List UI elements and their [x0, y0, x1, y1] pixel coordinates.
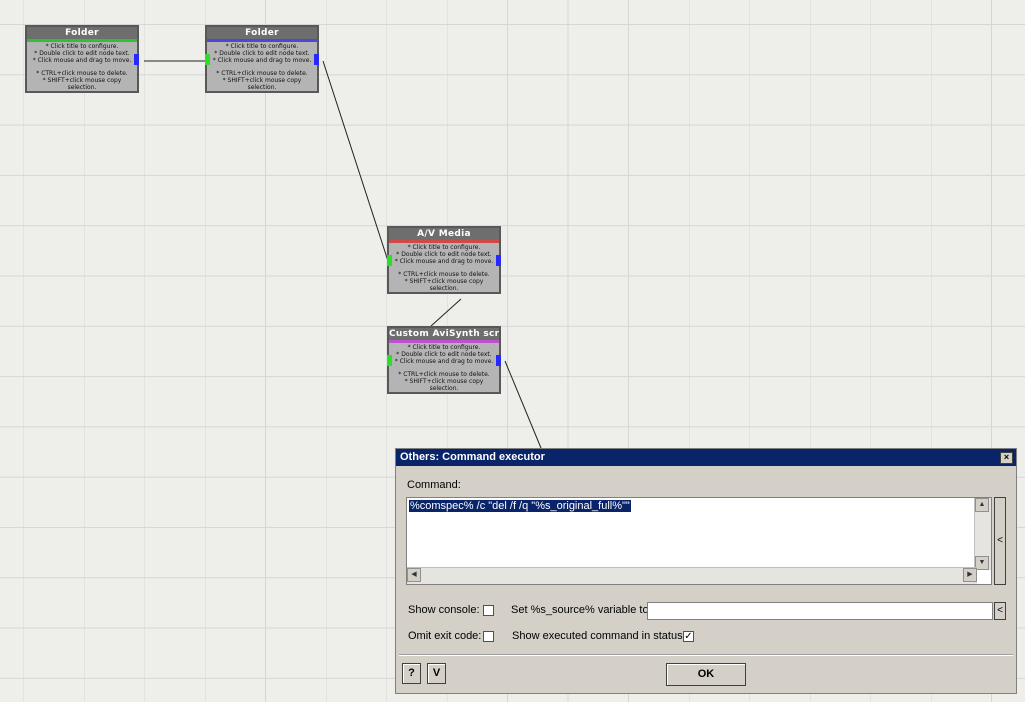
help-line: selection.	[247, 84, 277, 91]
help-line: selection.	[429, 285, 459, 292]
node-title[interactable]: Custom AviSynth script	[389, 328, 499, 340]
help-line: * SHIFT+click mouse copy	[404, 378, 484, 385]
help-line: * CTRL+click mouse to delete.	[216, 70, 308, 77]
node-folder-1[interactable]: Folder * Click title to configure. * Dou…	[25, 25, 139, 93]
show-console-label: Show console:	[408, 604, 480, 616]
v-button[interactable]: V	[427, 663, 446, 684]
node-help-text: * Click title to configure. * Double cli…	[389, 343, 499, 392]
command-executor-dialog: Others: Command executor × Command: %com…	[395, 448, 1017, 694]
scroll-up-icon[interactable]: ▲	[975, 498, 989, 512]
command-label: Command:	[407, 479, 461, 491]
node-help-text: * Click title to configure. * Double cli…	[207, 42, 317, 91]
separator	[399, 654, 1013, 656]
wire-folder-to-av-media	[322, 60, 389, 262]
output-port[interactable]	[496, 255, 501, 266]
help-line: * CTRL+click mouse to delete.	[398, 271, 490, 278]
expand-source-button[interactable]: <	[994, 602, 1006, 620]
set-source-label: Set %s_source% variable to:	[511, 604, 652, 616]
node-title[interactable]: Folder	[207, 27, 317, 39]
help-line: * Double click to edit node text.	[396, 251, 492, 258]
help-line: * Click title to configure.	[407, 244, 481, 251]
input-port[interactable]	[387, 255, 392, 266]
output-port[interactable]	[496, 355, 501, 366]
show-executed-label: Show executed command in status:	[512, 630, 686, 642]
command-value[interactable]: %comspec% /c "del /f /q "%s_original_ful…	[409, 500, 631, 512]
node-av-media[interactable]: A/V Media * Click title to configure. * …	[387, 226, 501, 294]
node-folder-2[interactable]: Folder * Click title to configure. * Dou…	[205, 25, 319, 93]
expand-command-button[interactable]: <	[994, 497, 1006, 585]
help-line: * SHIFT+click mouse copy	[222, 77, 302, 84]
node-help-text: * Click title to configure. * Double cli…	[27, 42, 137, 91]
command-textarea[interactable]: %comspec% /c "del /f /q "%s_original_ful…	[406, 497, 992, 585]
omit-exit-code-checkbox[interactable]	[483, 631, 494, 642]
help-line: * SHIFT+click mouse copy	[404, 278, 484, 285]
ok-button[interactable]: OK	[666, 663, 746, 686]
dialog-title: Others: Command executor	[400, 451, 545, 463]
vertical-scrollbar[interactable]: ▲ ▼	[974, 498, 991, 570]
help-line: * Click title to configure.	[407, 344, 481, 351]
show-console-checkbox[interactable]	[483, 605, 494, 616]
scroll-left-icon[interactable]: ◀	[407, 568, 421, 582]
input-port[interactable]	[387, 355, 392, 366]
scroll-down-icon[interactable]: ▼	[975, 556, 989, 570]
help-line: * Click title to configure.	[45, 43, 119, 50]
omit-exit-code-label: Omit exit code:	[408, 630, 482, 642]
help-line: * SHIFT+click mouse copy	[42, 77, 122, 84]
help-line: * CTRL+click mouse to delete.	[398, 371, 490, 378]
wire-avisynth-to-executor	[504, 360, 542, 449]
help-line: selection.	[67, 84, 97, 91]
input-port[interactable]	[205, 54, 210, 65]
help-line: * Double click to edit node text.	[34, 50, 130, 57]
help-line: * Double click to edit node text.	[214, 50, 310, 57]
node-title[interactable]: A/V Media	[389, 228, 499, 240]
node-help-text: * Click title to configure. * Double cli…	[389, 243, 499, 292]
scroll-right-icon[interactable]: ▶	[963, 568, 977, 582]
help-line: * Click mouse and drag to move.	[212, 57, 312, 64]
help-line: * Click title to configure.	[225, 43, 299, 50]
set-source-input[interactable]	[647, 602, 993, 620]
help-line: * Click mouse and drag to move.	[394, 258, 494, 265]
close-icon[interactable]: ×	[1000, 452, 1013, 464]
help-line: * Click mouse and drag to move.	[32, 57, 132, 64]
help-line: * Double click to edit node text.	[396, 351, 492, 358]
node-custom-avisynth-script[interactable]: Custom AviSynth script * Click title to …	[387, 326, 501, 394]
help-button[interactable]: ?	[402, 663, 421, 684]
node-title[interactable]: Folder	[27, 27, 137, 39]
output-port[interactable]	[314, 54, 319, 65]
horizontal-scrollbar[interactable]: ◀ ▶	[407, 567, 977, 584]
output-port[interactable]	[134, 54, 139, 65]
dialog-titlebar[interactable]: Others: Command executor ×	[396, 449, 1016, 466]
wire-av-media-to-avisynth	[430, 298, 462, 327]
help-line: * CTRL+click mouse to delete.	[36, 70, 128, 77]
help-line: selection.	[429, 385, 459, 392]
help-line: * Click mouse and drag to move.	[394, 358, 494, 365]
show-executed-checkbox[interactable]: ✓	[683, 631, 694, 642]
